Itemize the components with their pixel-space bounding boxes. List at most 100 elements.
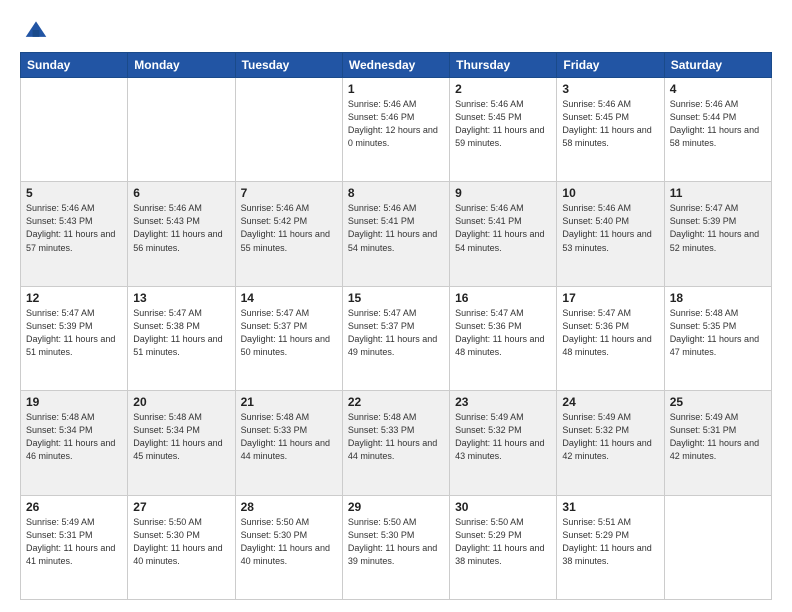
- calendar-cell-2-4: 16 Sunrise: 5:47 AM Sunset: 5:36 PM Dayli…: [450, 286, 557, 390]
- day-number: 30: [455, 500, 551, 514]
- day-info: Sunrise: 5:47 AM Sunset: 5:39 PM Dayligh…: [26, 307, 122, 359]
- day-number: 29: [348, 500, 444, 514]
- calendar-cell-4-2: 28Sunrise: 5:50 AM Sunset: 5:30 PM Dayli…: [235, 495, 342, 599]
- day-number: 12: [26, 291, 122, 305]
- day-info: Sunrise: 5:46 AM Sunset: 5:41 PM Dayligh…: [455, 202, 551, 254]
- day-info: Sunrise: 5:46 AM Sunset: 5:45 PM Dayligh…: [562, 98, 658, 150]
- day-number: 4: [670, 82, 766, 96]
- day-number: 31: [562, 500, 658, 514]
- day-info: Sunrise: 5:46 AM Sunset: 5:45 PM Dayligh…: [455, 98, 551, 150]
- weekday-header-row: SundayMondayTuesdayWednesdayThursdayFrid…: [21, 53, 772, 78]
- day-number: 25: [670, 395, 766, 409]
- calendar-cell-3-2: 21 Sunrise: 5:48 AM Sunset: 5:33 PM Dayli…: [235, 391, 342, 495]
- calendar-cell-3-5: 24Sunrise: 5:49 AM Sunset: 5:32 PM Dayli…: [557, 391, 664, 495]
- calendar-cell-4-0: 26 Sunrise: 5:49 AM Sunset: 5:31 PM Dayli…: [21, 495, 128, 599]
- day-number: 7: [241, 186, 337, 200]
- weekday-header-sunday: Sunday: [21, 53, 128, 78]
- calendar-table: SundayMondayTuesdayWednesdayThursdayFrid…: [20, 52, 772, 600]
- weekday-header-monday: Monday: [128, 53, 235, 78]
- day-info: Sunrise: 5:46 AM Sunset: 5:42 PM Dayligh…: [241, 202, 337, 254]
- calendar-cell-1-3: 8 Sunrise: 5:46 AM Sunset: 5:41 PM Daylig…: [342, 182, 449, 286]
- day-info: Sunrise: 5:50 AM Sunset: 5:30 PM Dayligh…: [241, 516, 337, 568]
- logo: [20, 18, 48, 42]
- calendar-cell-0-4: 2 Sunrise: 5:46 AM Sunset: 5:45 PM Daylig…: [450, 78, 557, 182]
- day-number: 16: [455, 291, 551, 305]
- day-number: 14: [241, 291, 337, 305]
- day-number: 13: [133, 291, 229, 305]
- day-info: Sunrise: 5:47 AM Sunset: 5:36 PM Dayligh…: [455, 307, 551, 359]
- day-number: 9: [455, 186, 551, 200]
- calendar-cell-2-2: 14Sunrise: 5:47 AM Sunset: 5:37 PM Dayli…: [235, 286, 342, 390]
- calendar-cell-1-2: 7 Sunrise: 5:46 AM Sunset: 5:42 PM Daylig…: [235, 182, 342, 286]
- day-info: Sunrise: 5:48 AM Sunset: 5:35 PM Dayligh…: [670, 307, 766, 359]
- day-info: Sunrise: 5:48 AM Sunset: 5:33 PM Dayligh…: [241, 411, 337, 463]
- calendar-cell-0-6: 4 Sunrise: 5:46 AM Sunset: 5:44 PM Daylig…: [664, 78, 771, 182]
- calendar-row-4: 26 Sunrise: 5:49 AM Sunset: 5:31 PM Dayli…: [21, 495, 772, 599]
- weekday-header-wednesday: Wednesday: [342, 53, 449, 78]
- day-number: 6: [133, 186, 229, 200]
- day-info: Sunrise: 5:47 AM Sunset: 5:36 PM Dayligh…: [562, 307, 658, 359]
- day-number: 20: [133, 395, 229, 409]
- calendar-cell-4-3: 29 Sunrise: 5:50 AM Sunset: 5:30 PM Dayli…: [342, 495, 449, 599]
- calendar-cell-3-3: 22 Sunrise: 5:48 AM Sunset: 5:33 PM Dayli…: [342, 391, 449, 495]
- day-info: Sunrise: 5:50 AM Sunset: 5:29 PM Dayligh…: [455, 516, 551, 568]
- calendar-cell-2-0: 12 Sunrise: 5:47 AM Sunset: 5:39 PM Dayli…: [21, 286, 128, 390]
- calendar-row-2: 12 Sunrise: 5:47 AM Sunset: 5:39 PM Dayli…: [21, 286, 772, 390]
- calendar-cell-0-2: [235, 78, 342, 182]
- day-number: 27: [133, 500, 229, 514]
- day-info: Sunrise: 5:49 AM Sunset: 5:31 PM Dayligh…: [26, 516, 122, 568]
- calendar-cell-3-0: 19Sunrise: 5:48 AM Sunset: 5:34 PM Dayli…: [21, 391, 128, 495]
- calendar-row-0: 1 Sunrise: 5:46 AM Sunset: 5:46 PM Daylig…: [21, 78, 772, 182]
- calendar-cell-0-0: [21, 78, 128, 182]
- calendar-cell-0-3: 1 Sunrise: 5:46 AM Sunset: 5:46 PM Daylig…: [342, 78, 449, 182]
- calendar-cell-2-1: 13 Sunrise: 5:47 AM Sunset: 5:38 PM Dayli…: [128, 286, 235, 390]
- calendar-cell-4-4: 30 Sunrise: 5:50 AM Sunset: 5:29 PM Dayli…: [450, 495, 557, 599]
- day-info: Sunrise: 5:48 AM Sunset: 5:34 PM Dayligh…: [133, 411, 229, 463]
- weekday-header-thursday: Thursday: [450, 53, 557, 78]
- day-info: Sunrise: 5:48 AM Sunset: 5:34 PM Dayligh…: [26, 411, 122, 463]
- day-number: 8: [348, 186, 444, 200]
- day-info: Sunrise: 5:47 AM Sunset: 5:38 PM Dayligh…: [133, 307, 229, 359]
- day-number: 18: [670, 291, 766, 305]
- calendar-cell-3-4: 23 Sunrise: 5:49 AM Sunset: 5:32 PM Dayli…: [450, 391, 557, 495]
- day-info: Sunrise: 5:48 AM Sunset: 5:33 PM Dayligh…: [348, 411, 444, 463]
- calendar-cell-4-6: [664, 495, 771, 599]
- header: [20, 18, 772, 42]
- day-info: Sunrise: 5:46 AM Sunset: 5:46 PM Dayligh…: [348, 98, 444, 150]
- calendar-cell-2-3: 15 Sunrise: 5:47 AM Sunset: 5:37 PM Dayli…: [342, 286, 449, 390]
- day-number: 15: [348, 291, 444, 305]
- day-number: 24: [562, 395, 658, 409]
- day-info: Sunrise: 5:46 AM Sunset: 5:40 PM Dayligh…: [562, 202, 658, 254]
- weekday-header-friday: Friday: [557, 53, 664, 78]
- weekday-header-tuesday: Tuesday: [235, 53, 342, 78]
- day-info: Sunrise: 5:46 AM Sunset: 5:43 PM Dayligh…: [133, 202, 229, 254]
- day-number: 17: [562, 291, 658, 305]
- day-number: 5: [26, 186, 122, 200]
- day-info: Sunrise: 5:51 AM Sunset: 5:29 PM Dayligh…: [562, 516, 658, 568]
- day-number: 1: [348, 82, 444, 96]
- calendar-cell-1-0: 5 Sunrise: 5:46 AM Sunset: 5:43 PM Daylig…: [21, 182, 128, 286]
- day-info: Sunrise: 5:46 AM Sunset: 5:43 PM Dayligh…: [26, 202, 122, 254]
- day-number: 22: [348, 395, 444, 409]
- day-info: Sunrise: 5:50 AM Sunset: 5:30 PM Dayligh…: [348, 516, 444, 568]
- calendar-row-3: 19Sunrise: 5:48 AM Sunset: 5:34 PM Dayli…: [21, 391, 772, 495]
- day-info: Sunrise: 5:49 AM Sunset: 5:31 PM Dayligh…: [670, 411, 766, 463]
- calendar-row-1: 5 Sunrise: 5:46 AM Sunset: 5:43 PM Daylig…: [21, 182, 772, 286]
- day-info: Sunrise: 5:46 AM Sunset: 5:41 PM Dayligh…: [348, 202, 444, 254]
- logo-icon: [24, 18, 48, 42]
- calendar-cell-3-1: 20 Sunrise: 5:48 AM Sunset: 5:34 PM Dayli…: [128, 391, 235, 495]
- day-number: 21: [241, 395, 337, 409]
- day-info: Sunrise: 5:46 AM Sunset: 5:44 PM Dayligh…: [670, 98, 766, 150]
- calendar-cell-2-6: 18 Sunrise: 5:48 AM Sunset: 5:35 PM Dayli…: [664, 286, 771, 390]
- day-number: 26: [26, 500, 122, 514]
- page: SundayMondayTuesdayWednesdayThursdayFrid…: [0, 0, 792, 612]
- calendar-cell-1-1: 6 Sunrise: 5:46 AM Sunset: 5:43 PM Daylig…: [128, 182, 235, 286]
- day-number: 23: [455, 395, 551, 409]
- calendar-cell-0-5: 3Sunrise: 5:46 AM Sunset: 5:45 PM Daylig…: [557, 78, 664, 182]
- calendar-cell-0-1: [128, 78, 235, 182]
- calendar-cell-1-5: 10 Sunrise: 5:46 AM Sunset: 5:40 PM Dayli…: [557, 182, 664, 286]
- day-number: 2: [455, 82, 551, 96]
- day-info: Sunrise: 5:47 AM Sunset: 5:37 PM Dayligh…: [348, 307, 444, 359]
- day-number: 10: [562, 186, 658, 200]
- day-info: Sunrise: 5:49 AM Sunset: 5:32 PM Dayligh…: [455, 411, 551, 463]
